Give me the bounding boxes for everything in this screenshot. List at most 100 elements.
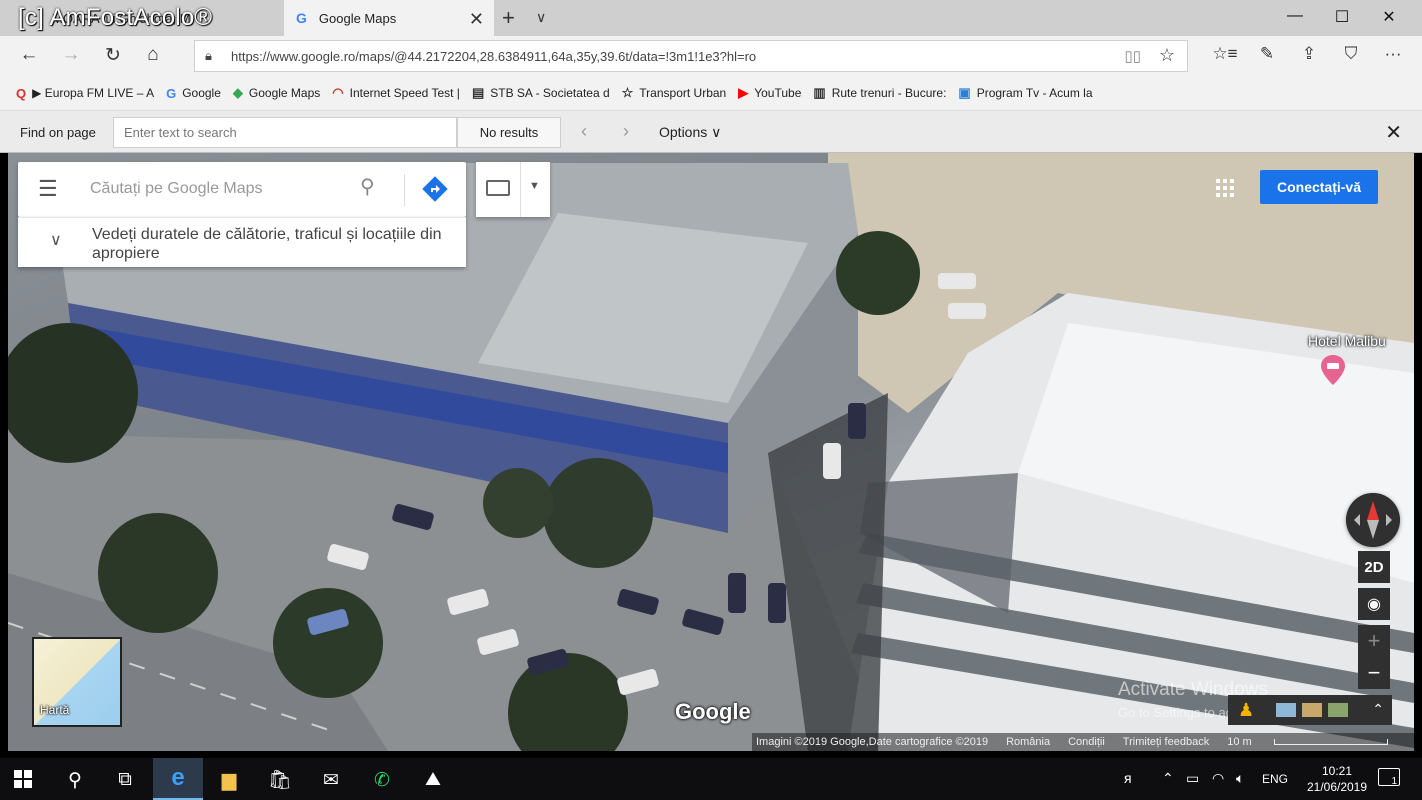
- directions-icon[interactable]: [422, 176, 448, 202]
- mail-icon[interactable]: ✉: [306, 766, 356, 794]
- find-next-icon[interactable]: ›: [623, 121, 629, 142]
- bookmark-label: Transport Urban: [639, 86, 727, 100]
- train-icon: ▥: [813, 85, 826, 100]
- bookmark-label: Program Tv - Acum la: [976, 86, 1093, 100]
- tab-list-chevron-icon[interactable]: ∨: [536, 9, 546, 26]
- input-tools-button[interactable]: ▼: [476, 162, 550, 217]
- google-apps-icon[interactable]: [1216, 179, 1234, 197]
- task-view-icon[interactable]: ⧉: [100, 766, 150, 794]
- bookmark-item[interactable]: ▶ YouTube: [738, 85, 801, 101]
- scale-indicator[interactable]: 10 m: [1227, 736, 1405, 748]
- minimize-button[interactable]: —: [1280, 7, 1310, 25]
- home-icon[interactable]: ⌂: [140, 44, 166, 66]
- bookmark-label: STB SA - Societatea d: [490, 86, 610, 100]
- bookmark-item[interactable]: ▣ Program Tv - Acum la: [958, 85, 1092, 101]
- find-options-label: Options: [659, 124, 708, 140]
- share-icon[interactable]: ⇪: [1296, 44, 1322, 64]
- bookmark-item[interactable]: Q ▶ Europa FM LIVE – A: [16, 86, 154, 101]
- find-previous-icon[interactable]: ‹: [581, 121, 587, 142]
- bookmark-label: YouTube: [754, 86, 802, 100]
- pegman-icon[interactable]: ♟: [1238, 700, 1254, 721]
- bookmark-label: Google: [182, 86, 221, 100]
- refresh-icon[interactable]: ↻: [100, 44, 126, 67]
- bookmark-label: Internet Speed Test |: [349, 86, 460, 100]
- clock-date: 21/06/2019: [1306, 780, 1368, 794]
- find-input[interactable]: [113, 117, 457, 148]
- terms-link[interactable]: Condiții: [1068, 736, 1105, 748]
- maximize-button[interactable]: ☐: [1327, 7, 1357, 27]
- scale-label: 10 m: [1227, 736, 1252, 748]
- maps-search-input[interactable]: [80, 174, 360, 204]
- forward-arrow-icon[interactable]: →: [58, 44, 84, 66]
- bookmark-item[interactable]: ▤ STB SA - Societatea d: [472, 85, 610, 101]
- battery-icon[interactable]: ▭: [1186, 770, 1199, 787]
- place-label[interactable]: Hotel Malibu: [1308, 333, 1386, 349]
- imagery-thumbnail[interactable]: [1328, 703, 1348, 717]
- view-2d-button[interactable]: 2D: [1358, 551, 1390, 583]
- favorites-list-icon[interactable]: ☆≡: [1212, 44, 1238, 64]
- more-menu-icon[interactable]: ···: [1380, 44, 1406, 64]
- bookmark-item[interactable]: ▥ Rute trenuri - Bucure:: [813, 85, 946, 101]
- new-tab-button[interactable]: +: [502, 5, 515, 31]
- photo-watermark: [c] AmFostAcolo®: [18, 4, 213, 31]
- language-indicator[interactable]: ENG: [1262, 772, 1288, 786]
- scale-bar: [1273, 739, 1388, 745]
- bookmark-item[interactable]: ◠ Internet Speed Test |: [332, 85, 460, 101]
- map-footer: Imagini ©2019 Google,Date cartografice ©…: [752, 733, 1414, 751]
- windows-taskbar: ⚲ ⧉ e ▆ 🛍︎ ✉ ✆ ⛰ ᴙ ⌃ ▭ ◠ 🔈︎ ENG 10:21 21…: [0, 758, 1422, 800]
- photos-icon[interactable]: ⛰: [408, 766, 458, 794]
- shield-icon[interactable]: ⛉: [1338, 44, 1364, 64]
- windows-start-icon[interactable]: [14, 770, 32, 788]
- imagery-thumbnail[interactable]: [1302, 703, 1322, 717]
- my-location-button[interactable]: ◉: [1358, 588, 1390, 620]
- zoom-out-button[interactable]: −: [1358, 657, 1390, 689]
- close-find-icon[interactable]: ✕: [1385, 120, 1402, 145]
- hotel-pin-icon[interactable]: [1321, 355, 1345, 385]
- close-tab-icon[interactable]: ✕: [469, 9, 484, 30]
- action-center-icon[interactable]: 1: [1378, 768, 1400, 787]
- travel-hint-text: Vedeți duratele de călătorie, traficul ș…: [92, 226, 442, 262]
- imagery-copyright: Imagini ©2019 Google,Date cartografice ©…: [756, 736, 989, 748]
- close-window-button[interactable]: ✕: [1374, 7, 1404, 27]
- favorite-star-icon[interactable]: ☆: [1159, 45, 1175, 66]
- address-bar[interactable]: 🔒︎ https://www.google.ro/maps/@44.217220…: [194, 40, 1188, 72]
- tab-bar: MOARA lui Ghidhora, M G Google Maps ✕ + …: [0, 0, 1422, 36]
- sign-in-button[interactable]: Conectați-vă: [1260, 170, 1378, 204]
- dropdown-arrow-icon[interactable]: ▼: [529, 180, 540, 192]
- edge-browser-icon[interactable]: e: [153, 758, 203, 800]
- wifi-icon[interactable]: ◠: [1212, 770, 1224, 787]
- people-icon[interactable]: ᴙ: [1124, 770, 1132, 786]
- find-label: Find on page: [20, 125, 96, 140]
- imagery-strip[interactable]: ♟ ⌃: [1228, 695, 1392, 725]
- bookmark-item[interactable]: ◆ Google Maps: [233, 85, 320, 101]
- search-icon[interactable]: ⚲: [360, 174, 375, 199]
- find-on-page-bar: Find on page No results ‹ › Options ∨ ✕: [0, 110, 1422, 153]
- whatsapp-icon[interactable]: ✆: [357, 766, 407, 794]
- feedback-link[interactable]: Trimiteți feedback: [1123, 736, 1209, 748]
- bookmark-label: ▶ Europa FM LIVE – A: [32, 86, 155, 100]
- search-icon[interactable]: ⚲: [50, 766, 100, 794]
- country-link[interactable]: România: [1006, 736, 1050, 748]
- map-viewport[interactable]: ☰ ⚲ ∨ Vedeți duratele de călătorie, traf…: [8, 153, 1414, 751]
- find-options-button[interactable]: Options ∨: [659, 124, 721, 141]
- store-icon[interactable]: 🛍︎: [255, 766, 305, 794]
- volume-icon[interactable]: 🔈︎: [1236, 770, 1244, 787]
- file-explorer-icon[interactable]: ▆: [204, 766, 254, 794]
- system-clock[interactable]: 10:21 21/06/2019: [1300, 763, 1374, 795]
- travel-hint-card[interactable]: ∨ Vedeți duratele de călătorie, traficul…: [18, 217, 466, 267]
- bookmark-item[interactable]: G Google: [166, 86, 221, 101]
- google-logo: Google: [675, 699, 751, 724]
- tab-google-maps[interactable]: G Google Maps ✕: [284, 0, 494, 36]
- zoom-in-button[interactable]: +: [1358, 625, 1390, 657]
- show-hidden-icons-chevron-icon[interactable]: ⌃: [1162, 770, 1174, 787]
- hamburger-menu-icon[interactable]: ☰: [38, 176, 58, 202]
- bookmark-item[interactable]: ☆ Transport Urban: [622, 85, 727, 101]
- imagery-thumbnail[interactable]: [1276, 703, 1296, 717]
- pen-icon[interactable]: ✎: [1254, 44, 1280, 64]
- reading-view-icon[interactable]: ▯▯: [1124, 47, 1141, 65]
- expand-up-icon[interactable]: ⌃: [1372, 701, 1384, 718]
- map-layer-toggle[interactable]: Hartă: [32, 637, 122, 727]
- back-arrow-icon[interactable]: ←: [16, 44, 42, 66]
- maps-search-box: ☰ ⚲: [18, 162, 466, 217]
- compass-icon[interactable]: [1346, 493, 1400, 547]
